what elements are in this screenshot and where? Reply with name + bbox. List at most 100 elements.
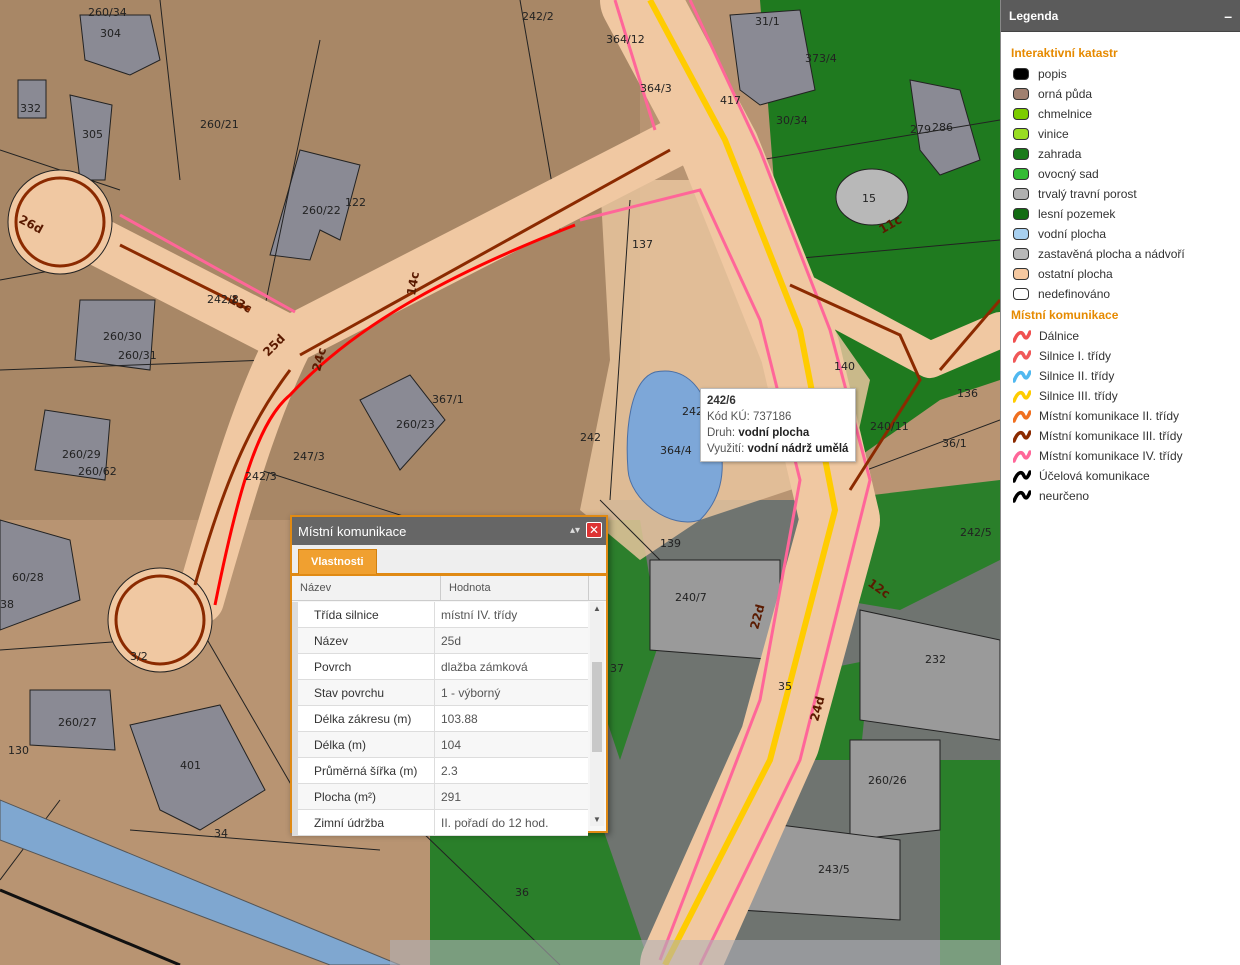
legend-label: Místní komunikace IV. třídy — [1039, 449, 1183, 463]
legend-item: zahrada — [1001, 144, 1240, 164]
legend-label: ostatní plocha — [1038, 267, 1113, 281]
legend-line-swatch-icon — [1013, 350, 1031, 363]
legend-label: trvalý travní porost — [1038, 187, 1137, 201]
legend-cadastre-items: popis orná půda chmelnice vinice zahrada ovoc… — [1001, 64, 1240, 304]
property-row[interactable]: Název 25d — [292, 628, 588, 654]
legend-swatch-icon — [1013, 148, 1029, 160]
legend-panel: Legenda – Interaktivní katastr popis orná… — [1000, 0, 1240, 965]
legend-item: Silnice III. třídy — [1001, 386, 1240, 406]
legend-label: vodní plocha — [1038, 227, 1107, 241]
legend-swatch-icon — [1013, 128, 1029, 140]
parcel-label: 260/30 — [103, 330, 142, 343]
tooltip-kind-value: vodní plocha — [738, 427, 810, 439]
property-row[interactable]: Stav povrchu 1 - výborný — [292, 680, 588, 706]
legend-item: Silnice II. třídy — [1001, 366, 1240, 386]
close-icon[interactable]: ✕ — [586, 522, 602, 538]
property-name: Stav povrchu — [292, 680, 435, 705]
legend-item: Účelová komunikace — [1001, 466, 1240, 486]
tooltip-title: 242/6 — [707, 395, 736, 407]
legend-item: Dálnice — [1001, 326, 1240, 346]
legend-label: lesní pozemek — [1038, 207, 1116, 221]
legend-section-roads: Místní komunikace — [1011, 308, 1119, 322]
parcel-label: 260/21 — [200, 118, 239, 131]
legend-section-cadastre: Interaktivní katastr — [1011, 46, 1118, 60]
legend-swatch-icon — [1013, 228, 1029, 240]
parcel-label: 139 — [660, 537, 681, 550]
scroll-down-icon[interactable]: ▼ — [593, 815, 601, 824]
legend-line-swatch-icon — [1013, 450, 1031, 463]
legend-line-swatch-icon — [1013, 430, 1031, 443]
tooltip-kind-label: Druh: — [707, 427, 736, 439]
tooltip-kind: Druh: vodní plocha — [707, 425, 849, 441]
property-row[interactable]: Zimní údržba II. pořadí do 12 hod. — [292, 810, 588, 836]
panel-drag-handle-icon[interactable]: ▴▾ — [570, 525, 580, 536]
legend-road-items: Dálnice Silnice I. třídy Silnice II. třídy… — [1001, 326, 1240, 506]
parcel-label: 15 — [862, 192, 876, 205]
property-name: Délka zákresu (m) — [292, 706, 435, 731]
property-name: Povrch — [292, 654, 435, 679]
map-zone-green-se — [940, 760, 1000, 965]
parcel-label: 332 — [20, 102, 41, 115]
tooltip-use-label: Využití: — [707, 443, 745, 455]
properties-panel[interactable]: Místní komunikace ▴▾ ✕ Vlastnosti Název … — [290, 515, 608, 836]
property-value: 2.3 — [441, 763, 458, 778]
property-row[interactable]: Délka (m) 104 — [292, 732, 588, 758]
tab-properties[interactable]: Vlastnosti — [298, 549, 377, 574]
parcel-label: 140 — [834, 360, 855, 373]
parcel-label: 36/1 — [942, 437, 967, 450]
column-header-name[interactable]: Název — [292, 576, 441, 600]
property-row[interactable]: Povrch dlažba zámková — [292, 654, 588, 680]
column-header-value[interactable]: Hodnota — [441, 576, 589, 600]
parcel-label: 401 — [180, 759, 201, 772]
property-row[interactable]: Plocha (m²) 291 — [292, 784, 588, 810]
property-row[interactable]: Průměrná šířka (m) 2.3 — [292, 758, 588, 784]
parcel-label: 242/8 — [207, 293, 239, 306]
panel-scrollbar[interactable]: ▲ ▼ — [590, 602, 604, 826]
parcel-label: 242/2 — [522, 10, 554, 23]
legend-item: vinice — [1001, 124, 1240, 144]
property-value: 103.88 — [441, 711, 478, 726]
parcel-label: 279 — [910, 123, 931, 136]
legend-item: neurčeno — [1001, 486, 1240, 506]
legend-item: popis — [1001, 64, 1240, 84]
parcel-label: 260/23 — [396, 418, 435, 431]
scroll-up-icon[interactable]: ▲ — [593, 604, 601, 613]
property-value: 25d — [441, 633, 462, 648]
parcel-label: 137 — [632, 238, 653, 251]
legend-label: zastavěná plocha a nádvoří — [1038, 247, 1185, 261]
legend-item: lesní pozemek — [1001, 204, 1240, 224]
panel-column-headers: Název Hodnota — [292, 576, 606, 601]
legend-item: Místní komunikace IV. třídy — [1001, 446, 1240, 466]
parcel-label: 34 — [214, 827, 228, 840]
legend-item: nedefinováno — [1001, 284, 1240, 304]
legend-swatch-icon — [1013, 288, 1029, 300]
legend-item: trvalý travní porost — [1001, 184, 1240, 204]
property-row[interactable]: Třída silnice místní IV. třídy — [292, 602, 588, 628]
legend-swatch-icon — [1013, 68, 1029, 80]
parcel-label: 37 — [610, 662, 624, 675]
parcel-label: 242 — [580, 431, 601, 444]
parcel-label: 38 — [0, 598, 14, 611]
minimize-icon[interactable]: – — [1224, 8, 1232, 24]
legend-header: Legenda – — [1001, 0, 1240, 32]
legend-label: Silnice III. třídy — [1039, 389, 1118, 403]
parcel-label: 35 — [778, 680, 792, 693]
parcel-label: 260/34 — [88, 6, 127, 19]
property-value: 1 - výborný — [441, 685, 501, 700]
legend-label: zahrada — [1038, 147, 1082, 161]
legend-swatch-icon — [1013, 268, 1029, 280]
parcel-label: 136 — [957, 387, 978, 400]
parcel-label: 260/29 — [62, 448, 101, 461]
tooltip-code-label: Kód KÚ: — [707, 411, 750, 423]
legend-swatch-icon — [1013, 88, 1029, 100]
building-35[interactable] — [849, 739, 941, 841]
parcel-label: 286 — [932, 121, 953, 134]
parcel-label: 247/3 — [293, 450, 325, 463]
legend-line-swatch-icon — [1013, 470, 1031, 483]
parcel-label: 260/31 — [118, 349, 157, 362]
parcel-label: 417 — [720, 94, 741, 107]
scroll-thumb[interactable] — [592, 662, 602, 752]
property-row[interactable]: Délka zákresu (m) 103.88 — [292, 706, 588, 732]
parcel-label: 242/3 — [245, 470, 277, 483]
panel-header[interactable]: Místní komunikace ▴▾ ✕ — [292, 517, 606, 545]
